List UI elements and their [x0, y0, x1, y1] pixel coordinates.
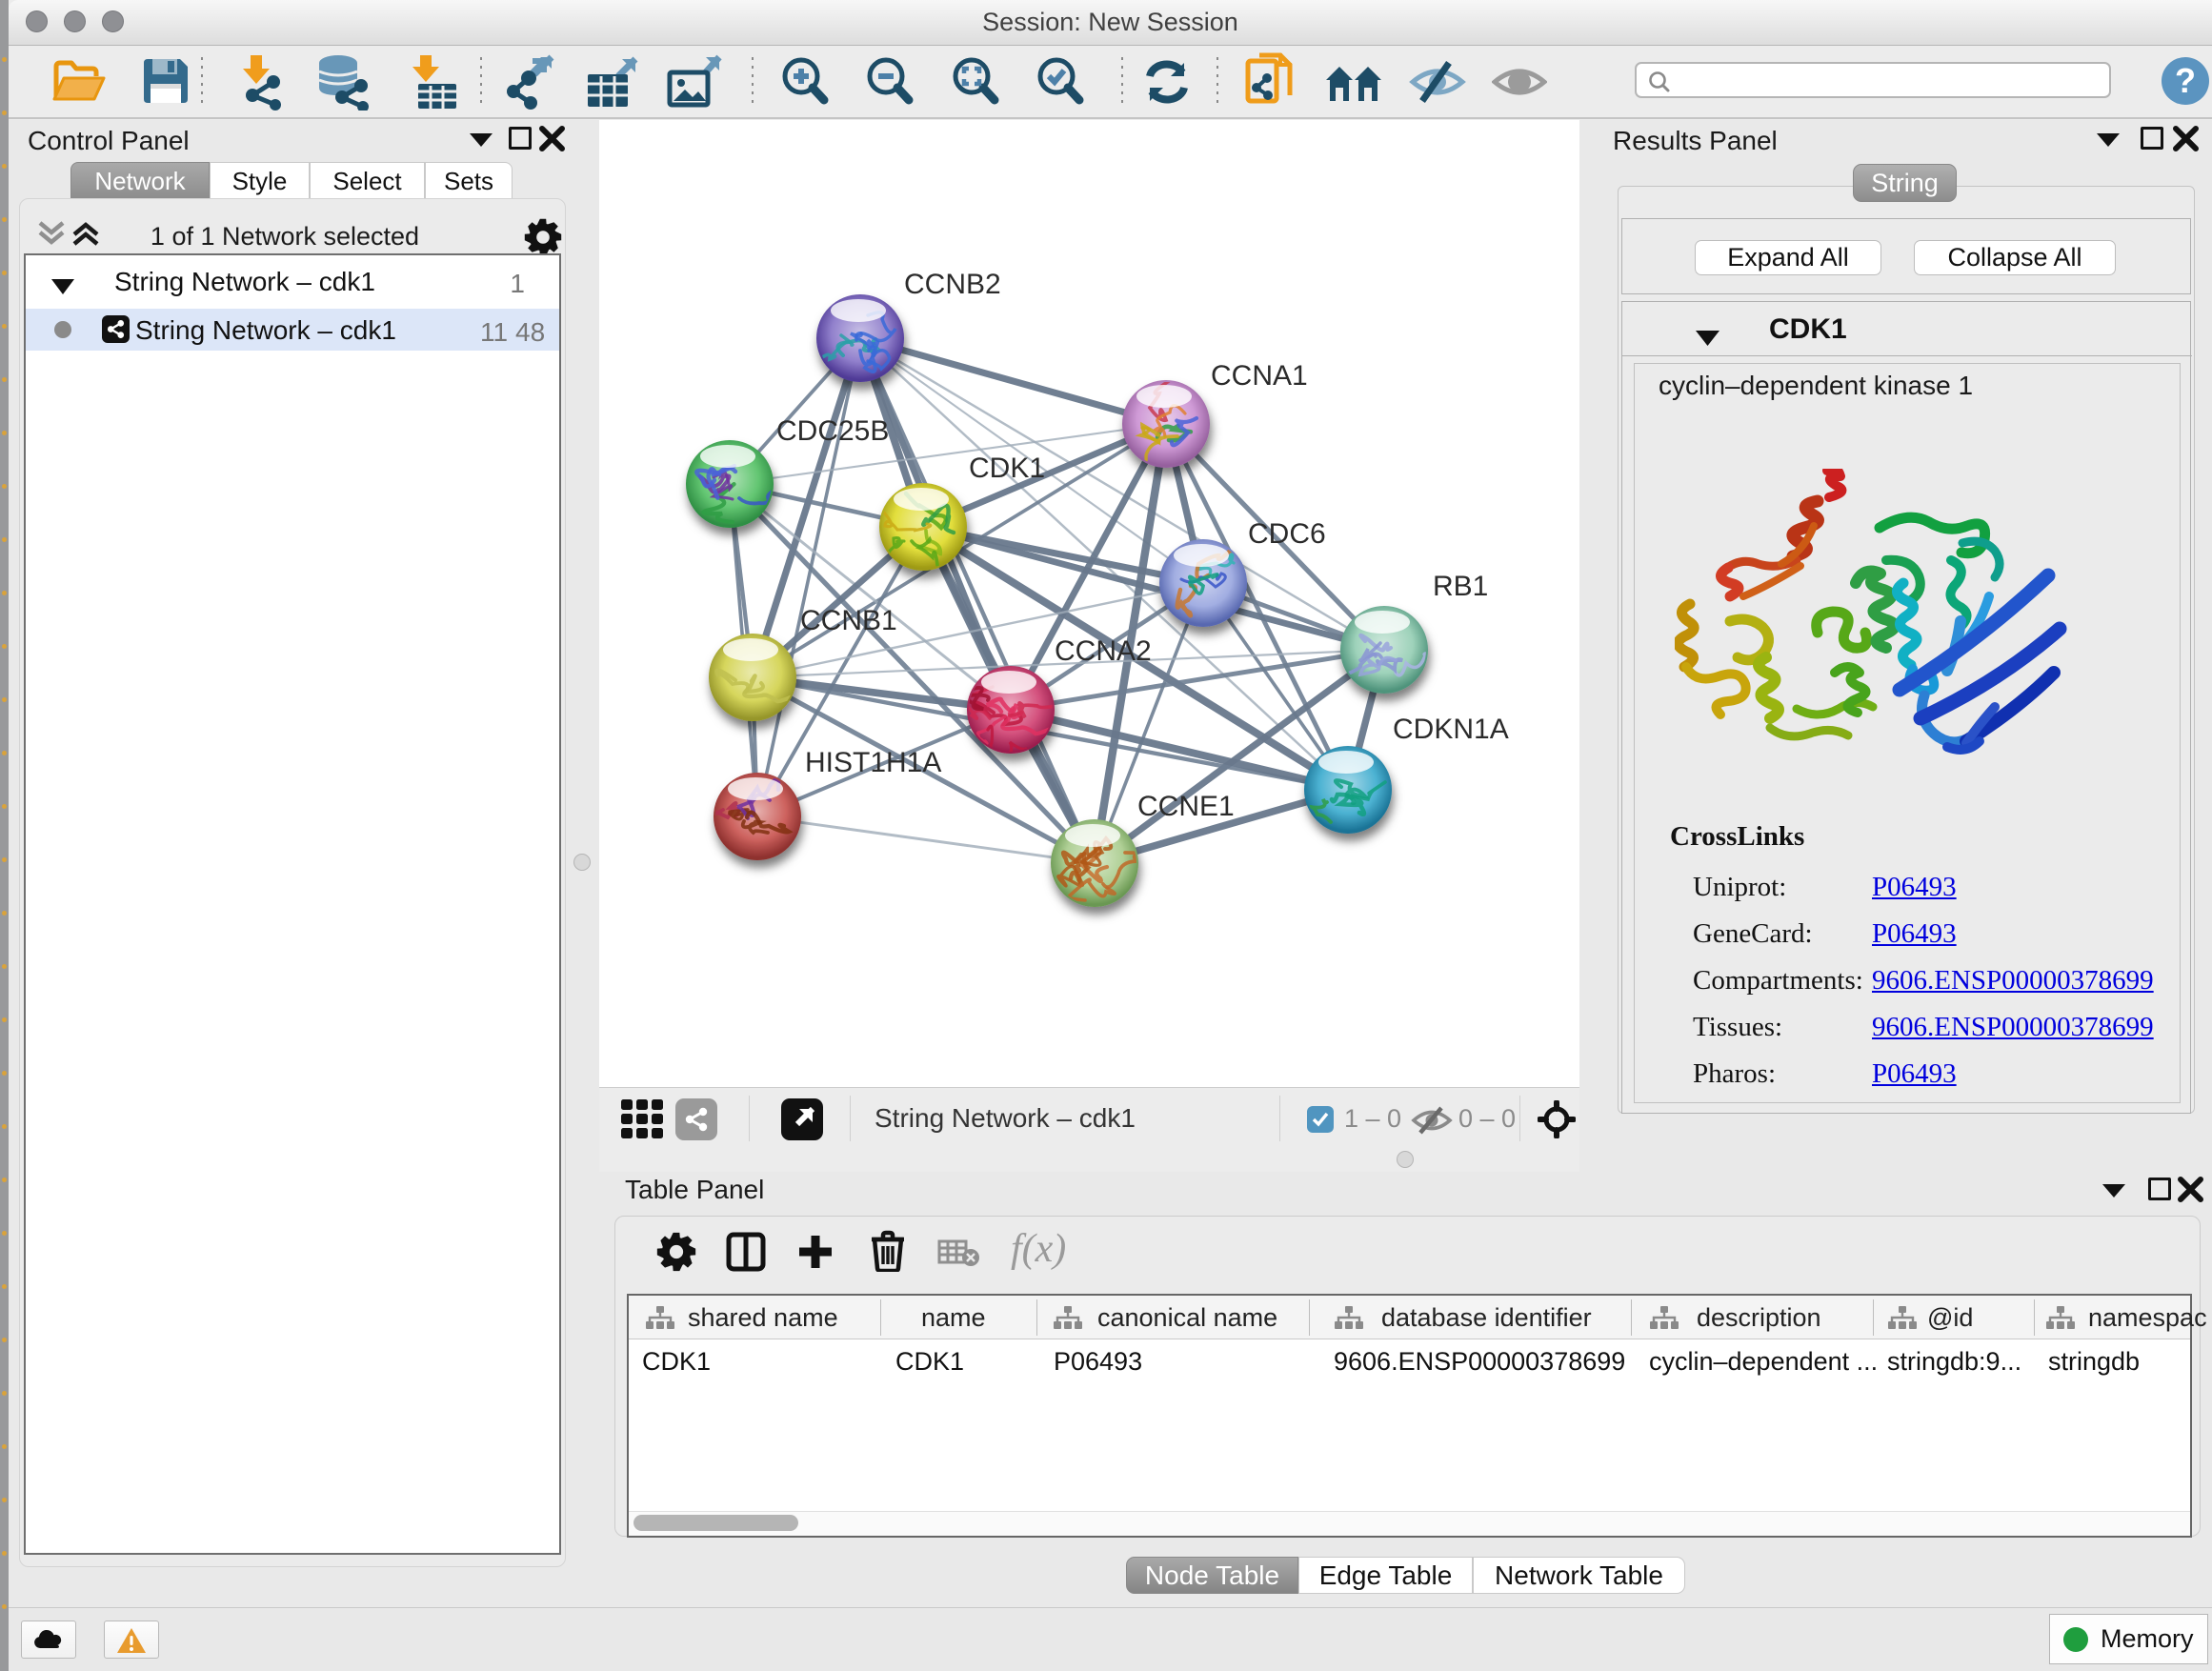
svg-text:HIST1H1A: HIST1H1A	[805, 747, 941, 778]
svg-text:CDKN1A: CDKN1A	[1393, 714, 1509, 745]
svg-text:CCNA1: CCNA1	[1211, 360, 1308, 392]
svg-text:CCNA2: CCNA2	[1055, 635, 1152, 667]
svg-text:CCNB1: CCNB1	[800, 605, 897, 636]
svg-text:CCNE1: CCNE1	[1137, 791, 1235, 822]
svg-text:CDC25B: CDC25B	[776, 415, 889, 447]
svg-text:RB1: RB1	[1433, 571, 1488, 602]
svg-text:CDK1: CDK1	[969, 453, 1045, 484]
svg-text:CDC6: CDC6	[1248, 518, 1326, 550]
svg-text:CCNB2: CCNB2	[904, 269, 1001, 300]
